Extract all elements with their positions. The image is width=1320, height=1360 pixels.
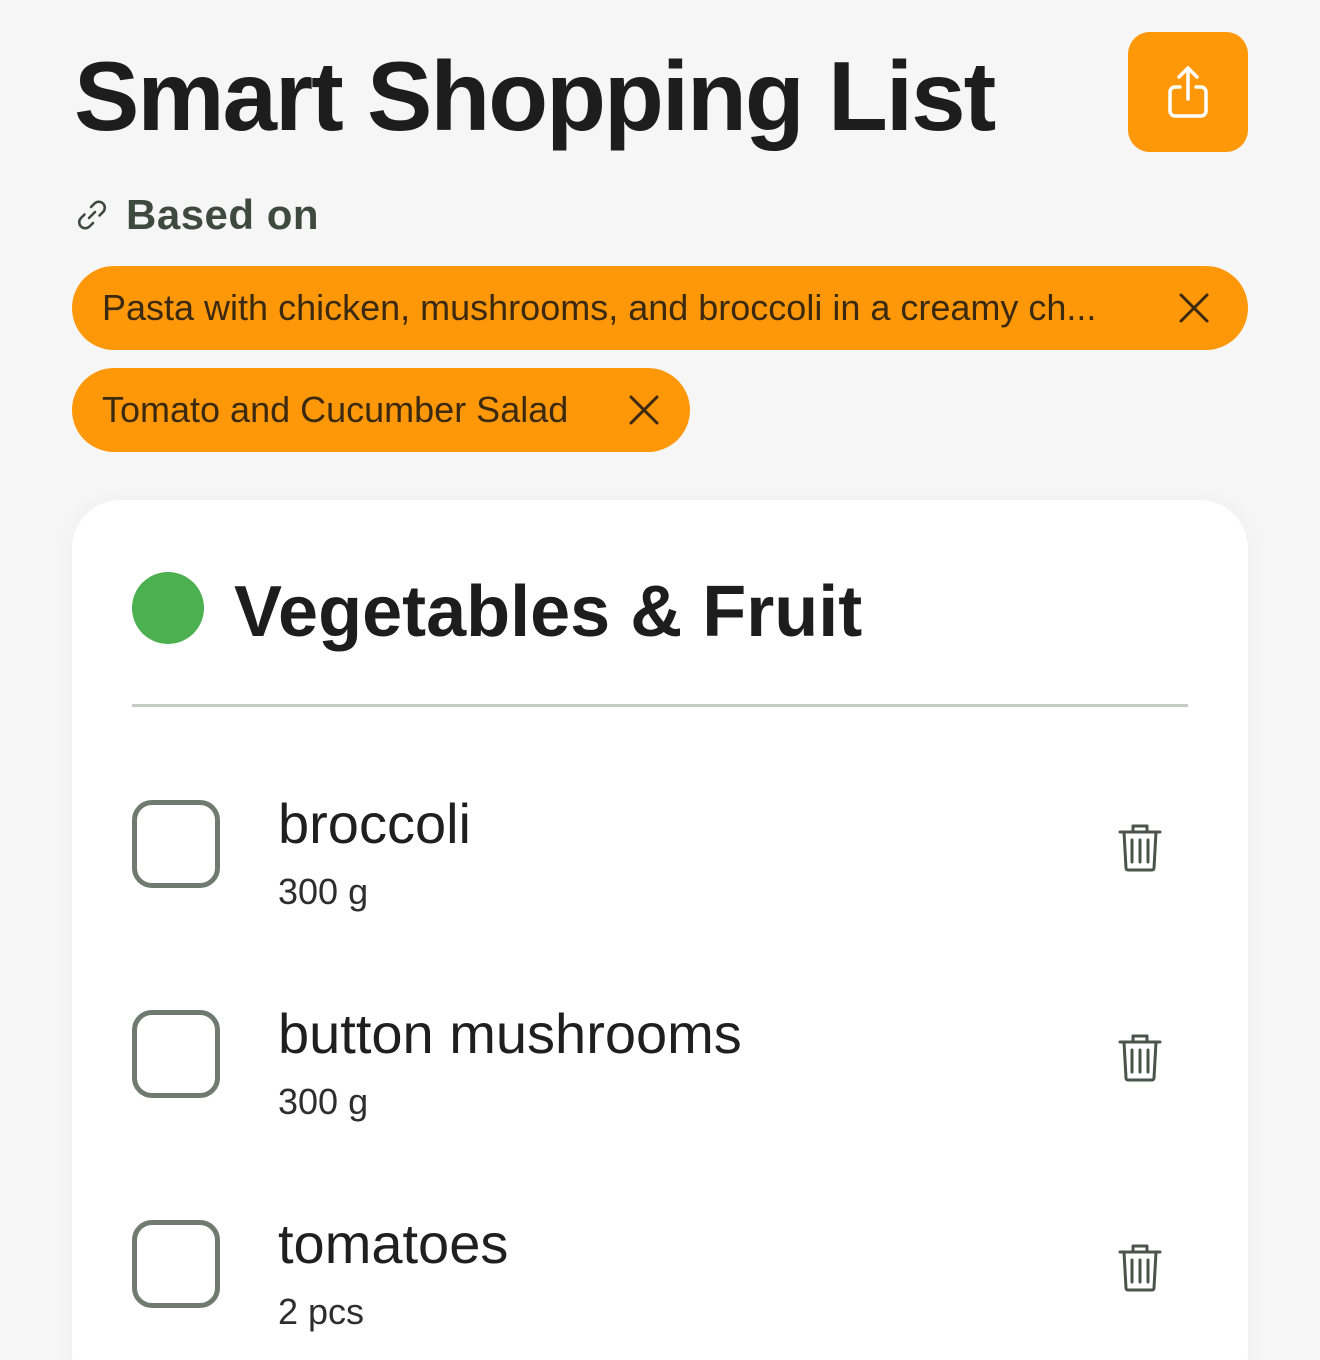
item-quantity: 2 pcs — [278, 1291, 365, 1332]
based-on-section: Based on — [74, 188, 319, 242]
category-color-dot — [132, 572, 204, 644]
share-button[interactable] — [1128, 32, 1248, 152]
remove-recipe-button[interactable] — [626, 392, 662, 428]
item-quantity: 300 g — [278, 871, 369, 912]
item-checkbox[interactable] — [132, 1220, 220, 1308]
list-item: tomatoes 2 pcs — [132, 1212, 1188, 1360]
category-card: Vegetables & Fruit broccoli 300 g button… — [72, 500, 1248, 1360]
item-name: broccoli — [278, 792, 471, 855]
share-icon — [1168, 66, 1208, 118]
page-title: Smart Shopping List — [74, 41, 996, 151]
recipe-chip-label: Pasta with chicken, mushrooms, and brocc… — [102, 287, 1097, 328]
list-item: broccoli 300 g — [132, 792, 1188, 960]
item-quantity: 300 g — [278, 1081, 369, 1122]
divider — [132, 704, 1188, 707]
list-item: button mushrooms 300 g — [132, 1002, 1188, 1170]
based-on-label: Based on — [126, 191, 320, 238]
item-name: tomatoes — [278, 1212, 509, 1275]
recipe-chip[interactable]: Pasta with chicken, mushrooms, and brocc… — [72, 266, 1248, 350]
close-icon — [629, 395, 659, 425]
trash-icon[interactable] — [1118, 1032, 1162, 1082]
recipe-chip[interactable]: Tomato and Cucumber Salad — [72, 368, 690, 452]
shopping-list-screen: Smart Shopping List Based on Pasta with … — [0, 0, 1320, 1360]
link-icon — [78, 200, 106, 230]
item-checkbox[interactable] — [132, 1010, 220, 1098]
trash-icon[interactable] — [1118, 822, 1162, 872]
close-icon — [1179, 293, 1209, 323]
remove-recipe-button[interactable] — [1176, 290, 1212, 326]
trash-icon[interactable] — [1118, 1242, 1162, 1292]
category-title: Vegetables & Fruit — [234, 572, 863, 652]
item-name: button mushrooms — [278, 1002, 742, 1065]
recipe-chip-label: Tomato and Cucumber Salad — [102, 389, 569, 430]
item-checkbox[interactable] — [132, 800, 220, 888]
